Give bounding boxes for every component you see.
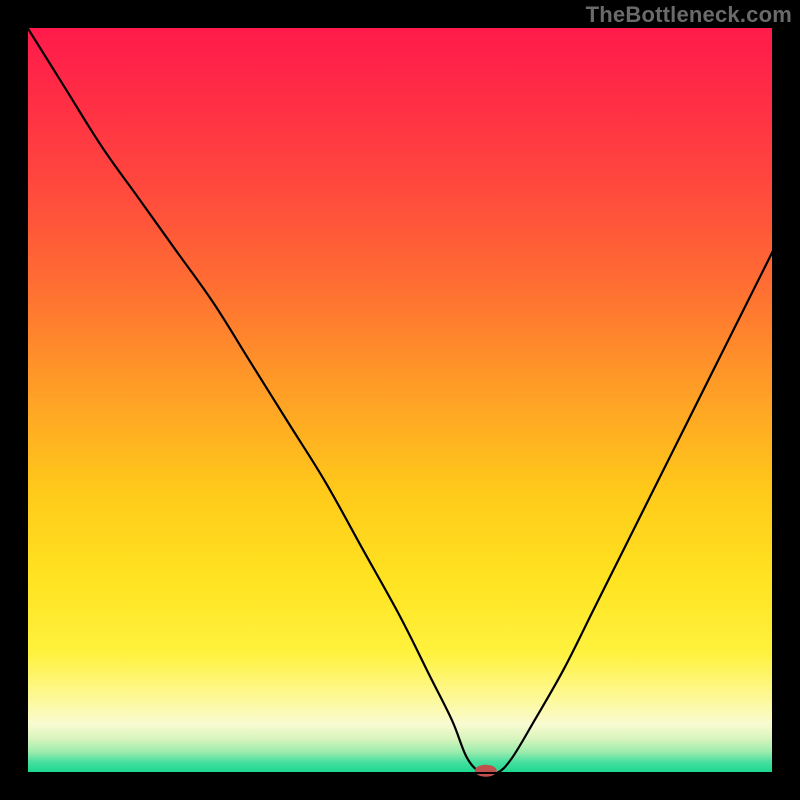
chart-stage: TheBottleneck.com [0, 0, 800, 800]
optimal-point-marker [475, 765, 497, 777]
bottleneck-chart [0, 0, 800, 800]
watermark-text: TheBottleneck.com [586, 2, 792, 28]
plot-background [27, 27, 773, 773]
